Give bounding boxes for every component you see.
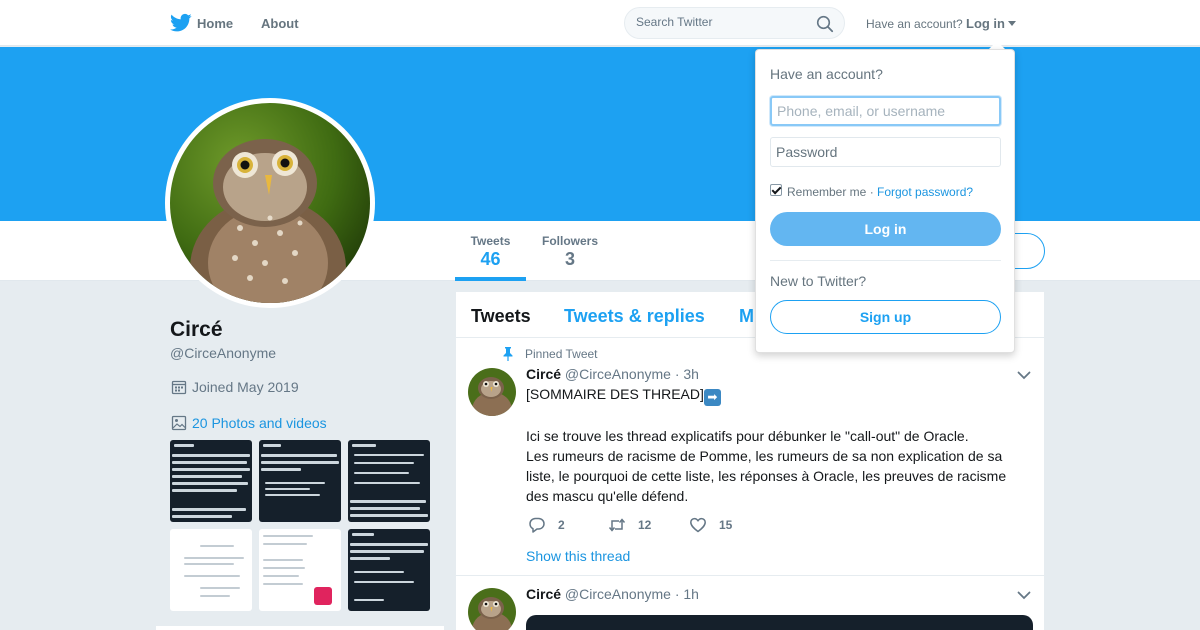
tweet-author-name[interactable]: Circé bbox=[526, 586, 561, 602]
media-thumbnail[interactable] bbox=[259, 529, 341, 611]
media-thumbnail[interactable] bbox=[348, 529, 430, 611]
tweet-text-paragraph: Les rumeurs de racisme de Pomme, les rum… bbox=[526, 448, 1007, 504]
caret-down-icon[interactable] bbox=[1008, 21, 1016, 26]
retweet-count: 12 bbox=[638, 518, 652, 532]
arrow-right-emoji-icon: ➡ bbox=[703, 389, 721, 406]
stat-followers-value: 3 bbox=[564, 249, 575, 269]
tweet-author-name[interactable]: Circé bbox=[526, 366, 561, 382]
pinned-tweet-label: Pinned Tweet bbox=[525, 347, 598, 361]
remember-me-label[interactable]: Remember me · bbox=[787, 185, 874, 199]
have-account-text: Have an account? bbox=[866, 17, 963, 31]
tweet-text-paragraph: Ici se trouve les thread explicatifs pou… bbox=[526, 428, 969, 444]
tab-tweets-replies[interactable]: Tweets & replies bbox=[564, 306, 705, 327]
tweet-header: Circé @CirceAnonyme · 3h bbox=[526, 366, 699, 382]
search-box bbox=[624, 7, 845, 39]
tweet-author-handle[interactable]: @CirceAnonyme bbox=[565, 366, 671, 382]
twitter-bird-icon[interactable] bbox=[170, 13, 192, 33]
left-card-edge bbox=[156, 626, 444, 630]
reply-icon bbox=[529, 517, 545, 533]
tweet-avatar[interactable] bbox=[468, 588, 516, 630]
calendar-icon bbox=[171, 380, 187, 395]
search-icon[interactable] bbox=[816, 15, 834, 33]
media-thumbnail[interactable] bbox=[259, 440, 341, 522]
password-input[interactable] bbox=[770, 137, 1001, 167]
stat-tweets-label: Tweets bbox=[470, 234, 511, 248]
active-tab-indicator bbox=[455, 277, 526, 281]
profile-handle[interactable]: @CirceAnonyme bbox=[170, 345, 276, 361]
chevron-down-icon[interactable] bbox=[1017, 371, 1031, 380]
search-input[interactable] bbox=[636, 15, 806, 29]
pin-icon bbox=[503, 347, 513, 361]
media-thumbnail[interactable] bbox=[348, 440, 430, 522]
retweet-icon bbox=[608, 518, 626, 532]
stat-tweets-value: 46 bbox=[480, 249, 501, 269]
chevron-down-icon[interactable] bbox=[1017, 591, 1031, 600]
profile-avatar[interactable] bbox=[165, 98, 375, 308]
login-menu-link[interactable]: Log in bbox=[966, 16, 1005, 31]
owl-avatar-image bbox=[170, 103, 370, 303]
media-thumbnail[interactable] bbox=[170, 440, 252, 522]
photos-videos-link[interactable]: 20 Photos and videos bbox=[192, 415, 327, 431]
photo-icon bbox=[171, 415, 187, 431]
owl-avatar-image bbox=[468, 368, 516, 416]
signup-button[interactable]: Sign up bbox=[770, 300, 1001, 334]
top-nav: Home About Have an account? Log in bbox=[0, 0, 1200, 46]
tweet-text-line: [SOMMAIRE DES THREAD] bbox=[526, 386, 704, 402]
dropdown-title: Have an account? bbox=[770, 66, 883, 82]
remember-me-checkbox[interactable] bbox=[770, 184, 782, 196]
owl-avatar-image bbox=[468, 588, 516, 630]
heart-icon bbox=[690, 517, 706, 533]
divider bbox=[456, 575, 1044, 576]
login-dropdown: Have an account? Remember me · Forgot pa… bbox=[755, 49, 1015, 353]
tweet-header: Circé @CirceAnonyme · 1h bbox=[526, 586, 699, 602]
profile-name: Circé bbox=[170, 318, 223, 341]
media-thumbnail[interactable] bbox=[170, 529, 252, 611]
tweet-timestamp[interactable]: · 1h bbox=[675, 586, 699, 602]
login-button[interactable]: Log in bbox=[770, 212, 1001, 246]
tab-media[interactable]: M bbox=[739, 306, 754, 327]
nav-home-link[interactable]: Home bbox=[197, 16, 233, 31]
joined-date: Joined May 2019 bbox=[192, 379, 299, 395]
forgot-password-link[interactable]: Forgot password? bbox=[877, 185, 973, 199]
like-count: 15 bbox=[719, 518, 733, 532]
tweet-author-handle[interactable]: @CirceAnonyme bbox=[565, 586, 671, 602]
reply-count: 2 bbox=[558, 518, 565, 532]
divider bbox=[770, 260, 1001, 261]
tweet-text: [SOMMAIRE DES THREAD] ➡ Ici se trouve les… bbox=[526, 384, 1026, 506]
show-thread-link[interactable]: Show this thread bbox=[526, 548, 630, 564]
tweet-timestamp[interactable]: · 3h bbox=[675, 366, 699, 382]
nav-about-link[interactable]: About bbox=[261, 16, 299, 31]
tweet-avatar[interactable] bbox=[468, 368, 516, 416]
tweet-media-card[interactable] bbox=[526, 615, 1033, 630]
stat-tweets[interactable]: Tweets 46 bbox=[455, 234, 526, 270]
tab-tweets[interactable]: Tweets bbox=[471, 306, 531, 327]
username-input[interactable] bbox=[770, 96, 1001, 126]
stat-followers-label: Followers bbox=[541, 234, 598, 248]
new-to-twitter-text: New to Twitter? bbox=[770, 273, 867, 289]
stat-followers[interactable]: Followers 3 bbox=[537, 234, 603, 270]
